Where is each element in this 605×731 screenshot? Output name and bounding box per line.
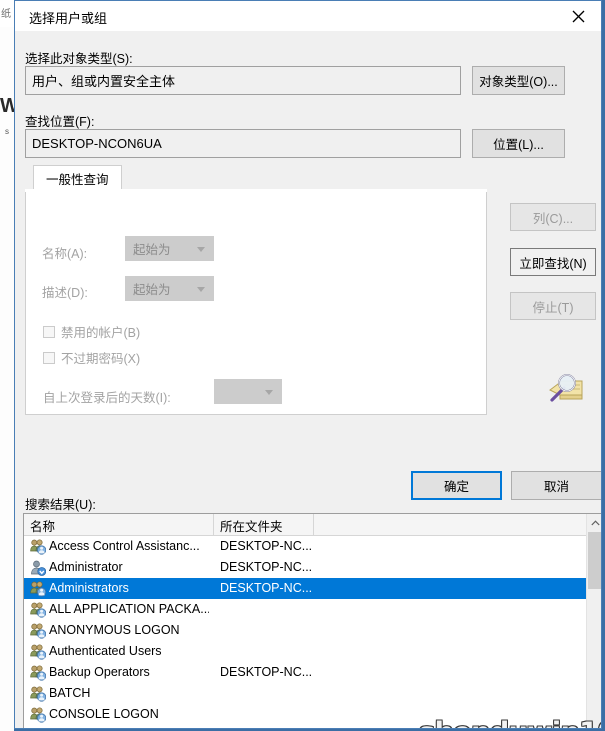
query-description-operator-select[interactable]: 起始为 <box>125 276 214 301</box>
table-row[interactable]: BATCH <box>24 683 601 704</box>
table-row[interactable]: Administrator DESKTOP-NC... <box>24 557 601 578</box>
search-results-listview[interactable]: 名称 所在文件夹 Access Control Assistanc... DESK… <box>23 513 601 729</box>
cancel-button[interactable]: 取消 <box>511 471 601 500</box>
group-icon <box>30 623 47 639</box>
password-never-expires-checkbox[interactable]: 不过期密码(X) <box>43 348 140 367</box>
group-icon <box>30 686 47 702</box>
checkbox-box <box>43 325 55 338</box>
row-folder <box>220 683 315 704</box>
background-window[interactable]: 纸 W s <box>0 0 14 731</box>
find-now-button[interactable]: 立即查找(N) <box>510 248 596 276</box>
row-name: ALL APPLICATION PACKA... <box>49 602 209 616</box>
row-name: Administrator <box>49 560 123 574</box>
row-folder <box>220 641 315 662</box>
select-users-or-groups-dialog: 选择用户或组 选择此对象类型(S): 用户、组或内置安全主体 对象类型(O)..… <box>14 0 602 729</box>
password-never-expires-label: 不过期密码(X) <box>61 352 141 366</box>
columns-button[interactable]: 列(C)... <box>510 203 596 231</box>
magnifier-folder-icon <box>542 368 586 408</box>
object-type-label: 选择此对象类型(S): <box>25 52 133 66</box>
row-folder: DESKTOP-NC... <box>220 539 313 553</box>
table-row[interactable]: ALL APPLICATION PACKA... <box>24 599 601 620</box>
background-window-title-fragment: 纸 <box>1 9 11 20</box>
query-name-operator-select[interactable]: 起始为 <box>125 236 214 261</box>
location-input[interactable]: DESKTOP-NCON6UA <box>25 129 461 158</box>
background-window-text-fragment-large: W <box>0 95 14 117</box>
group-icon <box>30 728 46 729</box>
table-row[interactable]: Access Control Assistanc... DESKTOP-NC... <box>24 536 601 557</box>
column-header-name[interactable]: 名称 <box>24 514 214 536</box>
group-icon <box>30 539 47 555</box>
row-name: Authenticated Users <box>49 644 162 658</box>
dialog-title: 选择用户或组 <box>29 11 108 26</box>
row-folder: DESKTOP-NC... <box>220 665 313 679</box>
group-icon <box>30 665 47 681</box>
screen: 纸 W s 选择用户或组 选择此对象类型(S): 用户、组或内置安全主体 对象类… <box>0 0 605 731</box>
dialog-titlebar[interactable]: 选择用户或组 <box>15 1 601 31</box>
row-name: CONSOLE LOGON <box>49 707 159 721</box>
chevron-down-icon <box>197 286 205 292</box>
table-row[interactable]: Authenticated Users <box>24 641 601 662</box>
tab-panel-seam <box>25 189 487 192</box>
search-results-label: 搜索结果(U): <box>25 498 96 512</box>
background-window-text-fragment-small: s <box>5 127 9 136</box>
column-header-folder[interactable]: 所在文件夹 <box>214 514 314 536</box>
chevron-up-icon[interactable] <box>587 514 601 531</box>
stop-button[interactable]: 停止(T) <box>510 292 596 320</box>
results-scrollbar[interactable] <box>586 514 601 728</box>
tab-common-queries[interactable]: 一般性查询 <box>33 165 122 190</box>
row-folder <box>220 599 315 620</box>
group-icon <box>30 581 47 597</box>
row-folder <box>220 620 315 641</box>
query-description-label: 描述(D): <box>42 286 88 300</box>
locations-button[interactable]: 位置(L)... <box>472 129 565 158</box>
row-name: Administrators <box>49 581 129 595</box>
background-window-titlebar: 纸 <box>0 0 14 28</box>
table-row[interactable]: CONSOLE LOGON <box>24 704 601 725</box>
table-row[interactable]: ANONYMOUS LOGON <box>24 620 601 641</box>
query-name-label: 名称(A): <box>42 247 88 261</box>
query-name-operator-value: 起始为 <box>133 243 171 257</box>
row-name: ANONYMOUS LOGON <box>49 623 180 637</box>
query-description-operator-value: 起始为 <box>133 283 171 297</box>
listview-header: 名称 所在文件夹 <box>24 514 601 536</box>
days-since-logon-label: 自上次登录后的天数(I): <box>43 391 171 405</box>
table-row[interactable]: Administrators DESKTOP-NC... <box>24 578 601 599</box>
checkbox-box <box>43 351 55 364</box>
ok-button[interactable]: 确定 <box>411 471 502 500</box>
row-folder: DESKTOP-NC... <box>220 560 313 574</box>
close-icon[interactable] <box>555 1 601 31</box>
row-name: CREATOR GROUP <box>49 725 209 728</box>
background-window-body: W s <box>0 27 14 731</box>
chevron-down-icon <box>265 389 273 395</box>
row-name: Access Control Assistanc... <box>49 539 200 553</box>
group-icon <box>30 602 47 618</box>
row-folder <box>220 704 315 725</box>
row-folder <box>220 725 315 728</box>
disabled-accounts-checkbox[interactable]: 禁用的帐户(B) <box>43 322 140 341</box>
object-types-button[interactable]: 对象类型(O)... <box>472 66 565 95</box>
disabled-accounts-label: 禁用的帐户(B) <box>61 326 141 340</box>
table-row[interactable]: Backup Operators DESKTOP-NC... <box>24 662 601 683</box>
days-since-logon-select[interactable] <box>214 379 282 404</box>
user-icon <box>30 560 47 576</box>
row-name: BATCH <box>49 686 91 700</box>
dialog-body: 选择此对象类型(S): 用户、组或内置安全主体 对象类型(O)... 查找位置(… <box>15 31 601 728</box>
group-icon <box>30 644 47 660</box>
location-label: 查找位置(F): <box>25 115 95 129</box>
object-type-input[interactable]: 用户、组或内置安全主体 <box>25 66 461 95</box>
row-folder: DESKTOP-NC... <box>220 581 313 595</box>
query-tabstrip: 一般性查询 <box>25 165 487 190</box>
row-name: Backup Operators <box>49 665 150 679</box>
group-icon <box>30 707 47 723</box>
scrollbar-thumb[interactable] <box>588 532 601 589</box>
table-row[interactable]: CREATOR GROUP <box>24 725 601 729</box>
chevron-down-icon <box>197 246 205 252</box>
listview-rows: Access Control Assistanc... DESKTOP-NC...… <box>24 536 601 729</box>
